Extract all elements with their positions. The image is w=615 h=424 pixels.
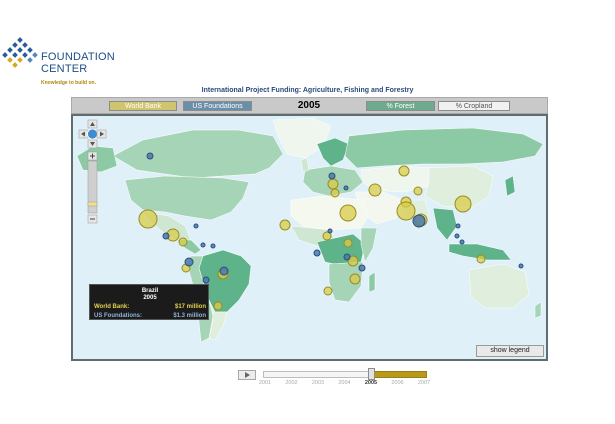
timeline-year-2007[interactable]: 2007 <box>414 380 434 386</box>
world-bank-marker[interactable] <box>396 201 416 221</box>
country-canada[interactable] <box>112 129 284 179</box>
us-foundation-marker[interactable] <box>459 239 465 245</box>
country-north-africa[interactable] <box>290 195 370 231</box>
us-foundation-marker[interactable] <box>193 223 199 229</box>
country-uk[interactable] <box>300 157 310 173</box>
tooltip-us-foundations-label: US Foundations: <box>94 313 142 319</box>
us-foundation-marker[interactable] <box>184 257 194 267</box>
world-bank-marker[interactable] <box>454 195 472 213</box>
us-foundation-marker[interactable] <box>327 228 333 234</box>
country-new-zealand[interactable] <box>534 301 542 319</box>
logo-name: FOUNDATION CENTER <box>41 51 115 75</box>
country-scandinavia[interactable] <box>316 137 350 167</box>
world-bank-marker[interactable] <box>398 165 410 177</box>
us-foundation-marker[interactable] <box>313 249 321 257</box>
us-foundation-marker[interactable] <box>358 264 366 272</box>
world-bank-marker[interactable] <box>323 286 333 296</box>
timeline-selected-range <box>374 371 427 378</box>
foundation-center-logo[interactable]: FOUNDATION CENTER Knowledge to build on. <box>2 36 122 88</box>
tooltip-country: Brazil <box>141 288 159 294</box>
forest-layer-button[interactable]: % Forest <box>366 101 435 111</box>
tooltip-us-foundations-value: $1.3 million <box>173 313 206 319</box>
world-bank-marker[interactable] <box>279 219 291 231</box>
tooltip-world-bank-value: $17 million <box>174 304 206 310</box>
country-east-africa[interactable] <box>360 227 378 263</box>
us-foundation-marker[interactable] <box>210 243 216 249</box>
country-japan[interactable] <box>504 175 516 197</box>
us-foundation-marker[interactable] <box>162 232 170 240</box>
timeline-year-2005[interactable]: 2005 <box>361 380 381 386</box>
us-foundation-marker[interactable] <box>219 266 229 276</box>
play-button[interactable] <box>238 370 256 380</box>
logo-diamond-icon <box>2 37 38 68</box>
us-foundations-toggle[interactable]: US Foundations <box>183 101 252 111</box>
tooltip-year: 2005 <box>143 295 157 301</box>
country-russia[interactable] <box>344 127 544 169</box>
page: FOUNDATION CENTER Knowledge to build on.… <box>0 0 615 424</box>
logo-tagline: Knowledge to build on. <box>41 80 96 86</box>
world-bank-marker[interactable] <box>327 178 339 190</box>
world-bank-marker[interactable] <box>413 186 423 196</box>
us-foundation-marker[interactable] <box>412 214 426 228</box>
logo-name-line1: FOUNDATION <box>41 51 115 63</box>
timeline-year-2006[interactable]: 2006 <box>388 380 408 386</box>
globe-home-icon[interactable] <box>87 128 98 140</box>
us-foundation-marker[interactable] <box>343 185 349 191</box>
world-bank-toggle[interactable]: World Bank <box>109 101 177 111</box>
page-title: International Project Funding: Agricultu… <box>201 87 414 94</box>
zoom-slider-thumb[interactable] <box>87 201 98 207</box>
us-foundation-marker[interactable] <box>146 152 154 160</box>
us-foundation-marker[interactable] <box>343 253 351 261</box>
us-foundation-marker[interactable] <box>455 223 461 229</box>
timeline-year-2003[interactable]: 2003 <box>308 380 328 386</box>
timeline-year-2002[interactable]: 2002 <box>282 380 302 386</box>
world-bank-marker[interactable] <box>178 237 188 247</box>
cropland-layer-button[interactable]: % Cropland <box>438 101 510 111</box>
world-bank-marker[interactable] <box>330 188 340 198</box>
show-legend-button[interactable]: show legend <box>476 345 544 357</box>
timeline-thumb[interactable] <box>368 368 375 380</box>
world-bank-marker[interactable] <box>339 204 357 222</box>
tooltip-world-bank-label: World Bank: <box>94 304 130 310</box>
country-southeast-asia[interactable] <box>432 207 458 241</box>
world-bank-marker[interactable] <box>476 254 486 264</box>
timeline-year-2001[interactable]: 2001 <box>255 380 275 386</box>
current-year: 2005 <box>297 100 321 111</box>
play-icon <box>245 372 250 378</box>
us-foundation-marker[interactable] <box>454 233 460 239</box>
us-foundation-marker[interactable] <box>200 242 206 248</box>
logo-name-line2: CENTER <box>41 63 88 75</box>
us-foundation-marker[interactable] <box>202 276 210 284</box>
country-tooltip: Brazil 2005 World Bank: $17 million US F… <box>89 284 209 320</box>
world-bank-marker[interactable] <box>213 301 223 311</box>
country-australia[interactable] <box>468 263 530 309</box>
world-map-canvas[interactable] <box>73 116 546 359</box>
us-foundation-marker[interactable] <box>328 172 336 180</box>
world-bank-marker[interactable] <box>138 209 158 229</box>
world-bank-marker[interactable] <box>343 238 353 248</box>
us-foundation-marker[interactable] <box>518 263 524 269</box>
country-madagascar[interactable] <box>368 271 376 293</box>
timeline-year-2004[interactable]: 2004 <box>335 380 355 386</box>
world-bank-marker[interactable] <box>368 183 382 197</box>
world-map[interactable]: Brazil 2005 World Bank: $17 million US F… <box>71 114 548 361</box>
world-bank-marker[interactable] <box>349 273 361 285</box>
map-toolbar: World Bank US Foundations 2005 % Forest … <box>71 97 548 114</box>
